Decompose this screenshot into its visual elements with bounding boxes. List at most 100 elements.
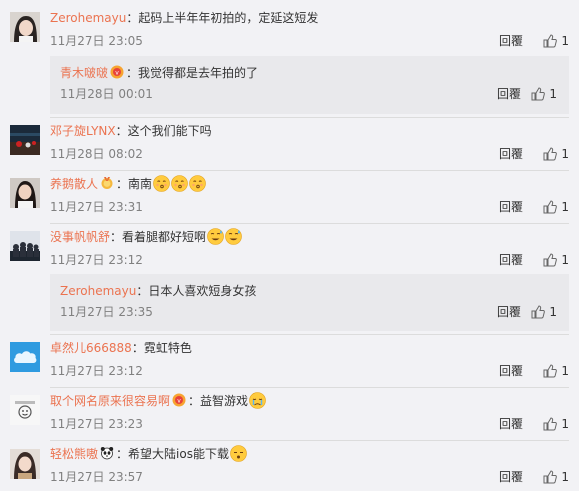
comment-time: 11月27日 23:31 xyxy=(50,200,143,214)
comment-time: 11月27日 23:23 xyxy=(50,417,143,431)
avatar-group-icon xyxy=(10,231,40,261)
like-count: 1 xyxy=(561,200,569,214)
comment-text: ：霓虹特色 xyxy=(131,341,192,355)
avatar[interactable] xyxy=(10,12,40,42)
like-button[interactable]: 1 xyxy=(543,146,569,162)
like-count: 1 xyxy=(549,87,557,101)
avatar[interactable] xyxy=(10,395,40,425)
reply-button[interactable]: 回覆 xyxy=(499,416,523,432)
avatar-girl2-icon xyxy=(10,449,40,479)
like-button[interactable]: 1 xyxy=(543,199,569,215)
avatar[interactable] xyxy=(10,178,40,208)
reply-button[interactable]: 回覆 xyxy=(499,33,523,49)
thumbs-up-icon xyxy=(543,34,558,48)
comment-text: ：南南 xyxy=(116,177,153,191)
username-link[interactable]: Zerohemayu xyxy=(60,284,136,298)
comment-time: 11月27日 23:12 xyxy=(50,253,143,267)
avatar-woman-icon xyxy=(10,178,40,208)
comment-item: 养鹅散人 ：南南 11月27日 23:31 回覆 1 xyxy=(0,171,579,224)
comment-item: Zerohemayu：起码上半年年初拍的，定延这短发 11月27日 23:05 … xyxy=(0,0,579,118)
comment-list: Zerohemayu：起码上半年年初拍的，定延这短发 11月27日 23:05 … xyxy=(0,0,579,491)
sub-reply: Zerohemayu：日本人喜欢短身女孩 11月27日 23:35 回覆 1 xyxy=(50,274,569,331)
comment-time: 11月28日 00:01 xyxy=(60,87,153,101)
like-count: 1 xyxy=(561,253,569,267)
avatar[interactable] xyxy=(10,231,40,261)
reply-button[interactable]: 回覆 xyxy=(499,469,523,485)
comment-item: 卓然儿666888：霓虹特色 11月27日 23:12 回覆 1 xyxy=(0,335,579,388)
reply-button[interactable]: 回覆 xyxy=(499,199,523,215)
medal-badge-icon xyxy=(100,176,114,190)
reply-button[interactable]: 回覆 xyxy=(499,146,523,162)
kiss-emoji-icon xyxy=(171,175,188,192)
avatar-girl-icon xyxy=(10,12,40,42)
username-link[interactable]: 轻松熊嗷 xyxy=(50,447,98,461)
sweat-emoji-icon xyxy=(225,228,242,245)
avatar[interactable] xyxy=(10,342,40,372)
thumbs-up-icon xyxy=(543,417,558,431)
avatar[interactable] xyxy=(10,125,40,155)
comment-text: ：看着腿都好短啊 xyxy=(110,230,207,244)
like-button[interactable]: 1 xyxy=(543,252,569,268)
like-button[interactable]: 1 xyxy=(543,469,569,485)
svg-text:v: v xyxy=(115,70,119,77)
like-button[interactable]: 1 xyxy=(543,363,569,379)
comment-item: 邓子旋LYNX：这个我们能下吗 11月28日 08:02 回覆 1 xyxy=(0,118,579,171)
like-count: 1 xyxy=(561,34,569,48)
thumbs-up-icon xyxy=(531,87,546,101)
thumbs-up-icon xyxy=(531,305,546,319)
panda-badge-icon xyxy=(100,446,114,460)
like-count: 1 xyxy=(561,364,569,378)
like-count: 1 xyxy=(549,305,557,319)
comment-item: 取个网名原来很容易啊 v ：益智游戏 11月27日 23:23 回覆 1 xyxy=(0,388,579,441)
sleepy-emoji-icon xyxy=(230,445,247,462)
username-link[interactable]: 青木啵啵 xyxy=(60,66,108,80)
vip-badge-icon: v xyxy=(110,65,124,79)
sub-reply: 青木啵啵 v ：我觉得都是去年拍的了 11月28日 00:01 回覆 1 xyxy=(50,56,569,114)
kiss-emoji-icon xyxy=(153,175,170,192)
vip-badge-icon: v xyxy=(172,393,186,407)
username-link[interactable]: 卓然儿666888 xyxy=(50,341,132,355)
comment-time: 11月27日 23:57 xyxy=(50,470,143,484)
kiss-emoji-icon xyxy=(189,175,206,192)
thumbs-up-icon xyxy=(543,147,558,161)
reply-button[interactable]: 回覆 xyxy=(499,252,523,268)
comment-time: 11月27日 23:35 xyxy=(60,305,153,319)
thumbs-up-icon xyxy=(543,364,558,378)
reply-button[interactable]: 回覆 xyxy=(499,363,523,379)
username-link[interactable]: 邓子旋LYNX xyxy=(50,124,116,138)
thumbs-up-icon xyxy=(543,200,558,214)
thumbs-up-icon xyxy=(543,470,558,484)
comment-text: ：日本人喜欢短身女孩 xyxy=(136,284,257,298)
avatar-sketch-icon xyxy=(10,395,40,425)
like-button[interactable]: 1 xyxy=(531,86,557,102)
like-button[interactable]: 1 xyxy=(543,33,569,49)
svg-text:v: v xyxy=(177,398,181,405)
comment-text: ：起码上半年年初拍的，定延这短发 xyxy=(126,11,319,25)
comment-text: ：我觉得都是去年拍的了 xyxy=(126,66,259,80)
avatar-stadium-icon xyxy=(10,125,40,155)
comment-time: 11月28日 08:02 xyxy=(50,147,143,161)
username-link[interactable]: 没事帆帆舒 xyxy=(50,230,110,244)
reply-button[interactable]: 回覆 xyxy=(497,304,521,320)
username-link[interactable]: 养鹅散人 xyxy=(50,177,98,191)
like-count: 1 xyxy=(561,147,569,161)
sweat-emoji-icon xyxy=(207,228,224,245)
comment-text: ：益智游戏 xyxy=(188,394,249,408)
avatar-cloud-icon xyxy=(10,342,40,372)
comment-text: ：这个我们能下吗 xyxy=(115,124,212,138)
username-link[interactable]: 取个网名原来很容易啊 xyxy=(50,394,170,408)
like-button[interactable]: 1 xyxy=(531,304,557,320)
comment-time: 11月27日 23:12 xyxy=(50,364,143,378)
thumbs-up-icon xyxy=(543,253,558,267)
comment-item: 没事帆帆舒：看着腿都好短啊 11月27日 23:12 回覆 1 Zerohema… xyxy=(0,224,579,335)
comment-item: 轻松熊嗷 ：希望大陆ios能下载 11月27日 23:57 回覆 1 xyxy=(0,441,579,491)
comment-text: ：希望大陆ios能下载 xyxy=(116,447,229,461)
username-link[interactable]: Zerohemayu xyxy=(50,11,126,25)
avatar[interactable] xyxy=(10,449,40,479)
like-count: 1 xyxy=(561,470,569,484)
like-count: 1 xyxy=(561,417,569,431)
comment-time: 11月27日 23:05 xyxy=(50,34,143,48)
reply-button[interactable]: 回覆 xyxy=(497,86,521,102)
cry-emoji-icon xyxy=(249,392,266,409)
like-button[interactable]: 1 xyxy=(543,416,569,432)
